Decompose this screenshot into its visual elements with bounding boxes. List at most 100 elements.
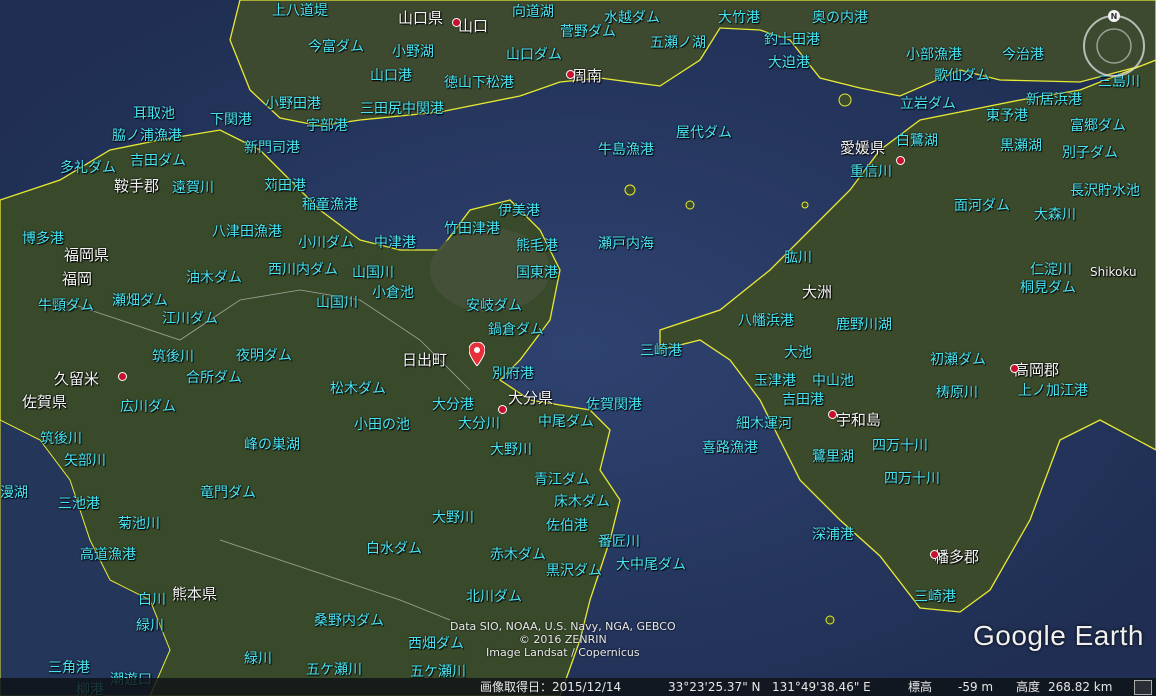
map-label: 上八道堤 [272, 3, 328, 19]
map-label: 熊本県 [172, 585, 218, 603]
map-label: 油木ダム [186, 270, 242, 286]
map-label: 桐見ダム [1020, 280, 1076, 296]
map-label: 四万十川 [884, 471, 940, 487]
map-label: 矢部川 [64, 453, 106, 469]
map-label: 大野川 [490, 442, 532, 458]
map-label: 玉津港 [754, 373, 796, 389]
map-label: 徳山下松港 [444, 75, 514, 91]
map-label: 佐賀県 [22, 393, 68, 411]
map-label: 小野田港 [265, 96, 321, 112]
map-label: 釣士田港 [764, 32, 820, 48]
map-label: 宇和島 [836, 411, 882, 429]
map-label: 広川ダム [120, 399, 176, 415]
map-label: 熊毛港 [516, 238, 558, 254]
map-label: 三田尻中関港 [360, 101, 444, 117]
city-dot [452, 18, 461, 27]
map-label: 山国川 [352, 265, 394, 281]
placemark-pin-icon[interactable] [469, 342, 485, 366]
map-label: 安岐ダム [466, 298, 522, 314]
google-earth-logo: Google Earth [973, 620, 1144, 651]
attribution-line: Data SIO, NOAA, U.S. Navy, NGA, GEBCO [450, 620, 676, 633]
map-label: 瀬畑ダム [112, 293, 168, 309]
map-label: 大竹港 [718, 10, 760, 26]
map-label: 黒沢ダム [546, 563, 602, 579]
map-label: 立岩ダム [900, 96, 956, 112]
map-label: 歌仙ダム [934, 68, 990, 84]
map-label: 鹿野川湖 [836, 317, 892, 333]
city-dot [896, 156, 905, 165]
map-label: 苅田港 [264, 178, 306, 194]
map-label: 筑後川 [40, 431, 82, 447]
altitude-label: 高度 [1016, 680, 1041, 694]
map-label: 竹田津港 [444, 221, 500, 237]
map-label: 梼原川 [936, 385, 978, 401]
map-label: 合所ダム [186, 370, 242, 386]
map-label: 東予港 [986, 108, 1028, 124]
map-label: 中津港 [374, 235, 416, 251]
compass-north-label: N [1111, 12, 1118, 21]
map-label: 屋代ダム [676, 125, 732, 141]
compass-icon[interactable]: N [1078, 10, 1150, 82]
map-label: 番匠川 [598, 534, 640, 550]
map-label: 白水ダム [366, 541, 422, 557]
map-label: 面河ダム [954, 198, 1010, 214]
map-label: 中山池 [812, 373, 854, 389]
map-label: 新居浜港 [1026, 92, 1082, 108]
map-label: 大洲 [802, 283, 833, 301]
map-label: 長沢貯水池 [1070, 183, 1140, 199]
map-label: 菊池川 [118, 516, 160, 532]
map-label: 竜門ダム [200, 485, 256, 501]
map-label: 漫湖 [0, 485, 28, 501]
map-label: 幡多郡 [934, 548, 980, 566]
map-label: 緑川 [244, 651, 272, 667]
map-label: 多礼ダム [60, 160, 116, 176]
earth-map-view[interactable]: 上八道堤 山口県 山口 向道湖 水越ダム 大竹港 奥の内港 今富ダム 小野湖 菅… [0, 0, 1156, 696]
map-label: 大分港 [432, 397, 474, 413]
elevation-label: 標高 [908, 680, 933, 694]
map-label: 八幡浜港 [738, 313, 794, 329]
map-label: 細木運河 [736, 416, 792, 432]
map-label: 深浦港 [812, 527, 854, 543]
map-label: 下関港 [210, 112, 252, 128]
map-label: 牛頸ダム [38, 298, 94, 314]
map-label: 大分県 [508, 389, 554, 407]
map-label: 別府港 [492, 366, 534, 382]
map-label: 今治港 [1002, 47, 1044, 63]
map-label: 大野川 [432, 510, 474, 526]
map-label: 富郷ダム [1070, 118, 1126, 134]
map-label: 新門司港 [244, 140, 300, 156]
city-dot [1010, 364, 1019, 373]
map-label: 福岡 [62, 270, 93, 288]
status-bar: 画像取得日：2015/12/14 33°23'25.37" N 131°49'3… [0, 678, 1156, 696]
map-label: 愛媛県 [840, 139, 886, 157]
map-label: 床木ダム [554, 494, 610, 510]
map-label: 鍋倉ダム [488, 322, 544, 338]
map-label: 山口港 [370, 68, 412, 84]
map-label: 肱川 [784, 250, 812, 266]
map-label: 山口県 [398, 9, 444, 27]
city-dot [930, 550, 939, 559]
map-label: 小川ダム [298, 235, 354, 251]
map-label: 四万十川 [872, 438, 928, 454]
map-label: 桑野内ダム [314, 613, 384, 629]
map-label: 伊美港 [498, 203, 540, 219]
map-label: 吉田ダム [130, 153, 186, 169]
city-dot [498, 405, 507, 414]
map-label: 高道漁港 [80, 547, 136, 563]
map-label: 八津田漁港 [212, 224, 282, 240]
map-label: 吉田港 [782, 392, 824, 408]
city-dot [566, 70, 575, 79]
map-label: 五瀬ノ湖 [650, 35, 706, 51]
map-label: 大中尾ダム [616, 557, 686, 573]
map-label: 三崎港 [914, 589, 956, 605]
map-label: 黒瀬湖 [1000, 138, 1042, 154]
map-label: 喜路漁港 [702, 440, 758, 456]
map-label: 三池港 [58, 496, 100, 512]
map-label: 脇ノ浦漁港 [112, 128, 182, 144]
map-label: 小倉池 [372, 285, 414, 301]
statusbar-toggle-button[interactable] [1134, 680, 1152, 695]
map-label: 鞍手郡 [114, 177, 160, 195]
map-label: 高岡郡 [1014, 361, 1060, 379]
longitude-readout: 131°49'38.46" E [772, 680, 871, 694]
map-label: 筑後川 [152, 349, 194, 365]
